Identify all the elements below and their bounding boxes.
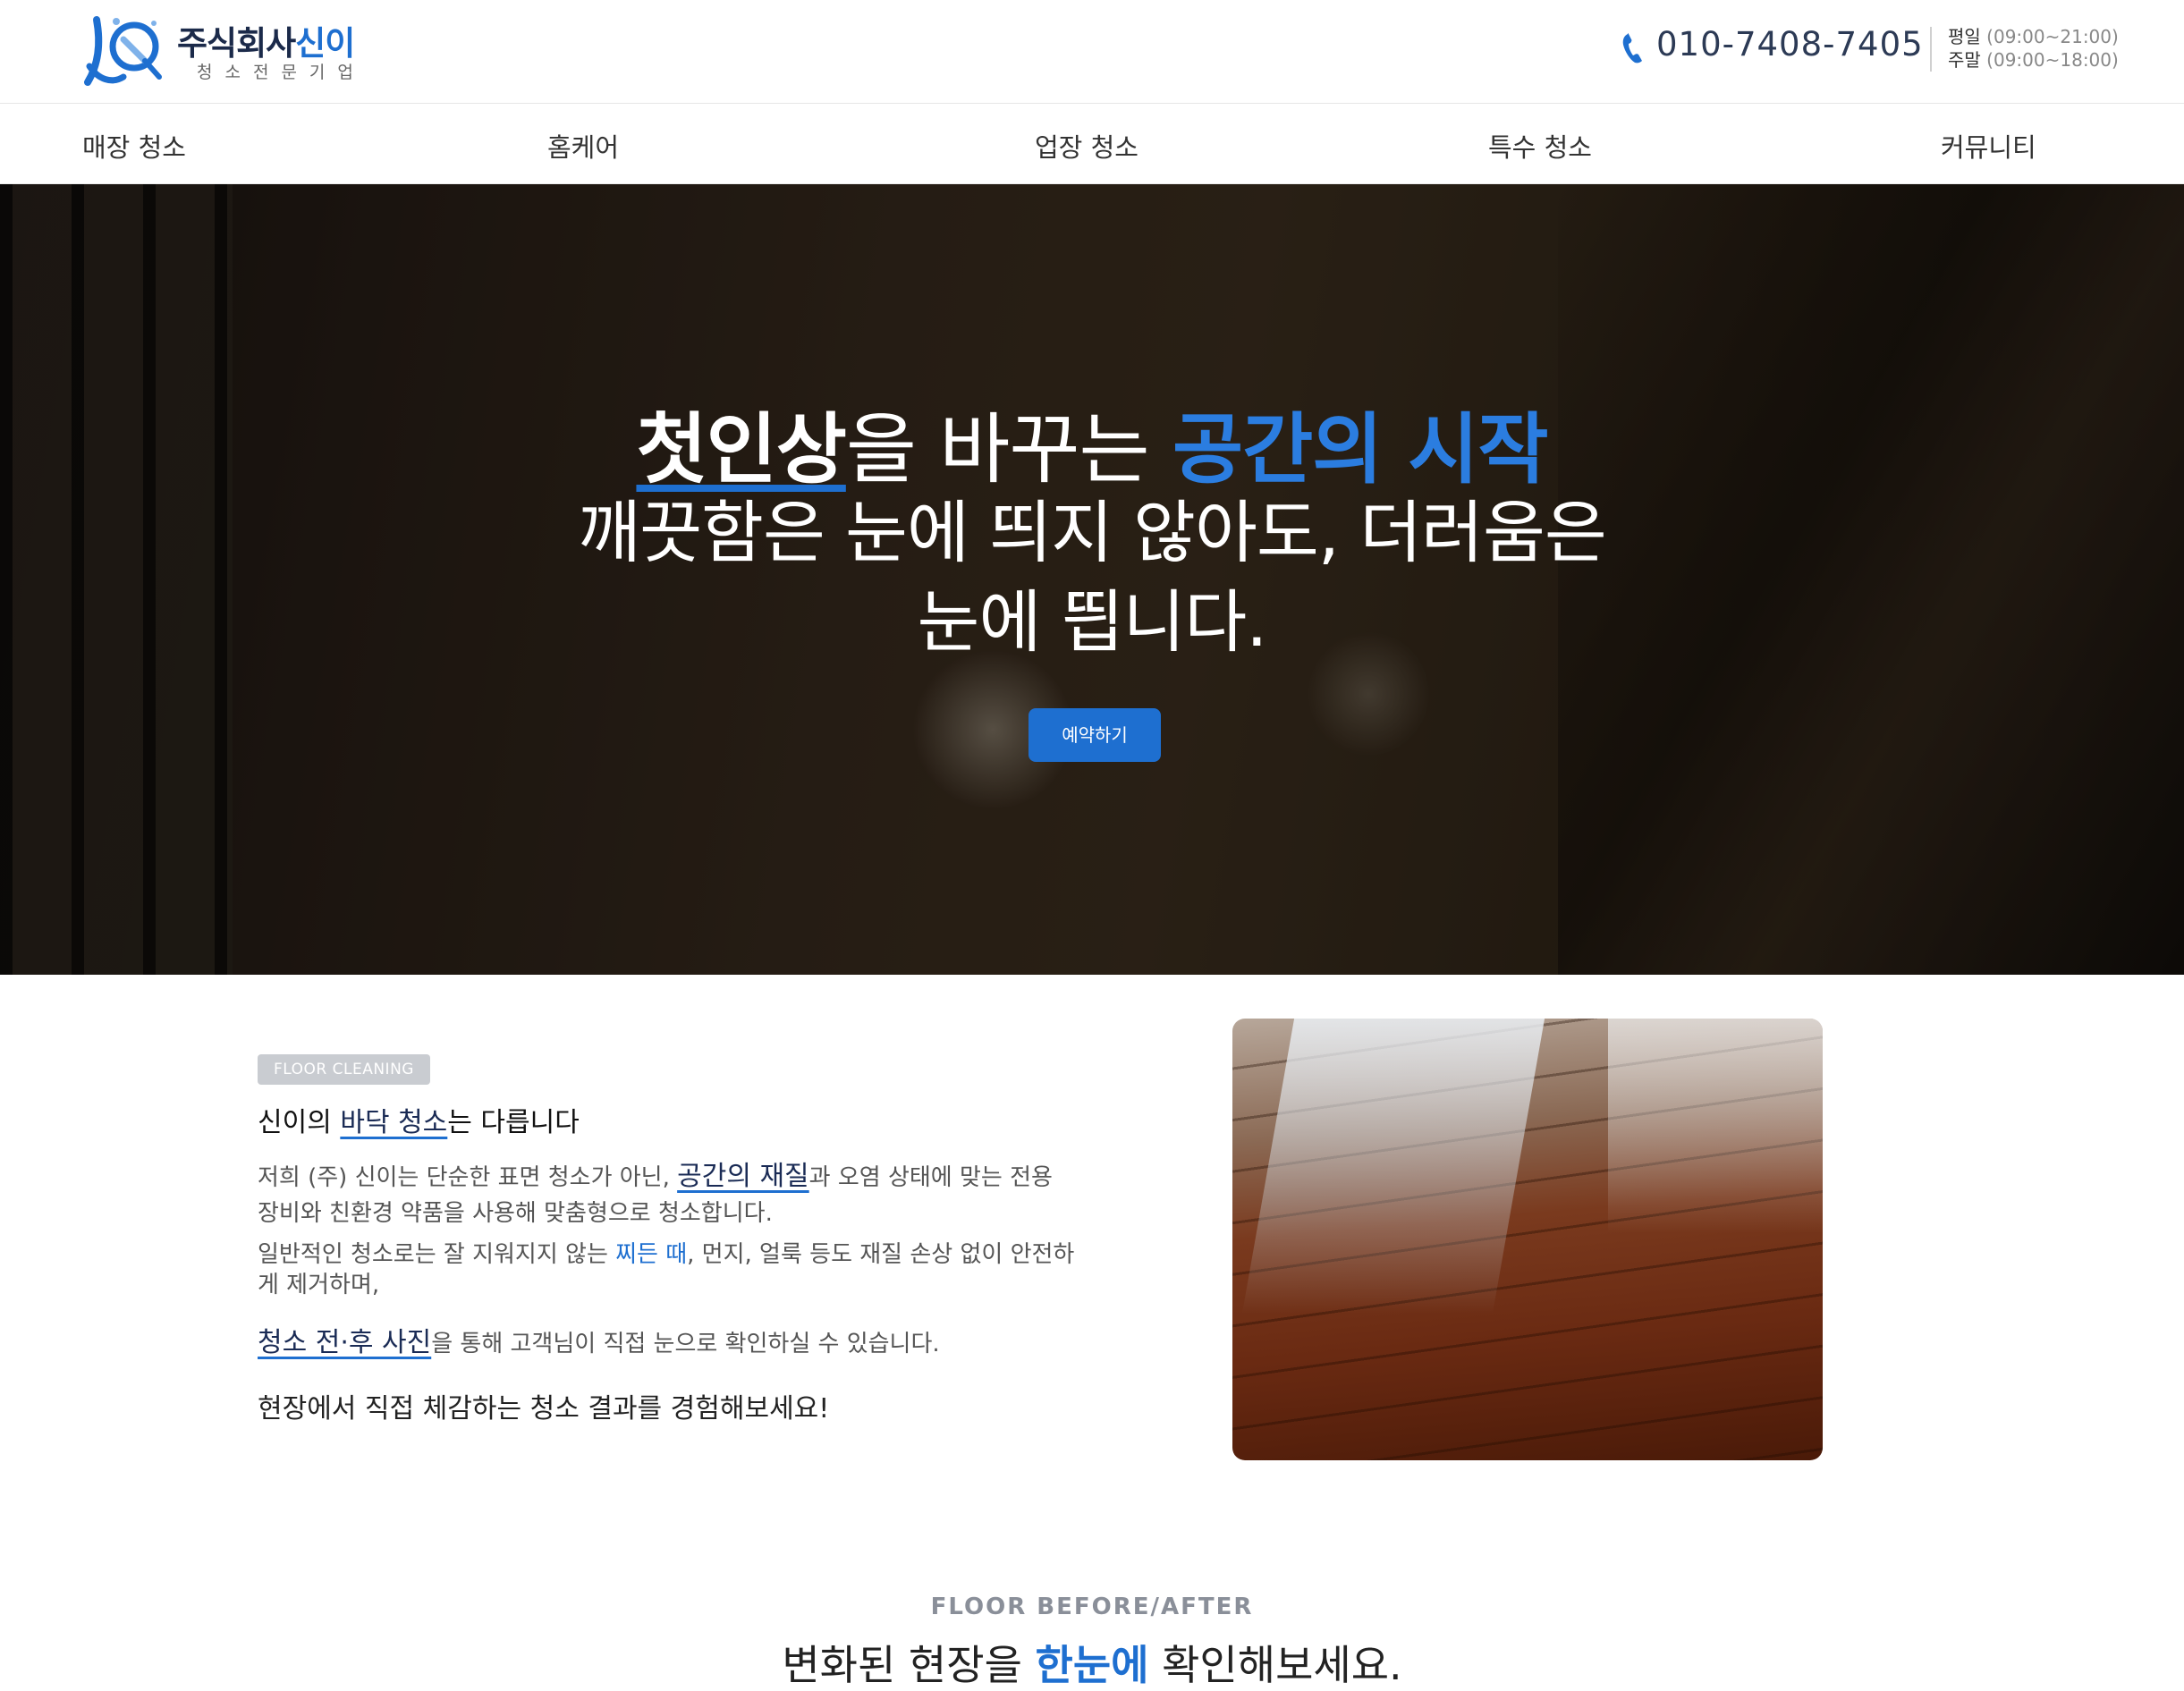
nav-item-store-cleaning[interactable]: 매장 청소 [82, 127, 186, 165]
hours-weekday: 평일 (09:00~21:00) [1948, 26, 2119, 47]
floor-photo [1232, 1019, 1823, 1460]
company-logo[interactable]: 주식회사신이 청소전문기업 [80, 13, 376, 89]
logo-title: 주식회사신이 [177, 24, 355, 63]
business-hours: 평일 (09:00~21:00) 주말 (09:00~18:00) [1948, 25, 2119, 72]
floor-paragraph-3: 청소 전·후 사진을 통해 고객님이 직접 눈으로 확인하실 수 있습니다. [258, 1327, 940, 1358]
phone-number[interactable]: 010-7408-7405 [1656, 25, 1924, 63]
floor-closing-text: 현장에서 직접 체감하는 청소 결과를 경험해보세요! [258, 1393, 830, 1425]
before-after-label: FLOOR BEFORE/AFTER [930, 1594, 1254, 1620]
header-divider [1930, 27, 1932, 72]
hero-banner: 첫인상을 바꾸는 공간의 시작 깨끗함은 눈에 띄지 않아도, 더러움은 눈에 … [0, 184, 2184, 975]
floor-photo-reflection [1241, 1019, 1545, 1314]
logo-mark-icon [84, 16, 162, 86]
main-nav: 매장 청소 홈케어 업장 청소 특수 청소 커뮤니티 [0, 104, 2184, 184]
nav-item-special-cleaning[interactable]: 특수 청소 [1488, 127, 1592, 165]
phone-icon [1622, 33, 1642, 63]
before-after-title: 변화된 현장을 한눈에 확인해보세요. [782, 1641, 1402, 1689]
hero-headline: 첫인상을 바꾸는 공간의 시작 [636, 405, 1548, 495]
hero-subheadline: 깨끗함은 눈에 띄지 않아도, 더러움은 눈에 띕니다. [578, 493, 1607, 662]
nav-item-home-care[interactable]: 홈케어 [547, 127, 619, 165]
reserve-button[interactable]: 예약하기 [1029, 708, 1161, 762]
hours-weekend: 주말 (09:00~18:00) [1948, 49, 2119, 71]
floor-photo-reflection [1608, 1019, 1823, 1233]
site-header: 주식회사신이 청소전문기업 010-7408-7405 평일 (09:00~21… [0, 0, 2184, 104]
section-badge: FLOOR CLEANING [258, 1054, 430, 1085]
nav-item-community[interactable]: 커뮤니티 [1941, 127, 2036, 165]
nav-item-business-cleaning[interactable]: 업장 청소 [1035, 127, 1139, 165]
logo-subtitle: 청소전문기업 [197, 63, 366, 82]
floor-paragraph-1: 저희 (주) 신이는 단순한 표면 청소가 아닌, 공간의 재질과 오염 상태에… [258, 1161, 1053, 1227]
floor-paragraph-2: 일반적인 청소로는 잘 지워지지 않는 찌든 때, 먼지, 얼룩 등도 재질 손… [258, 1241, 1075, 1298]
section-title: 신이의 바닥 청소는 다릅니다 [258, 1107, 580, 1138]
